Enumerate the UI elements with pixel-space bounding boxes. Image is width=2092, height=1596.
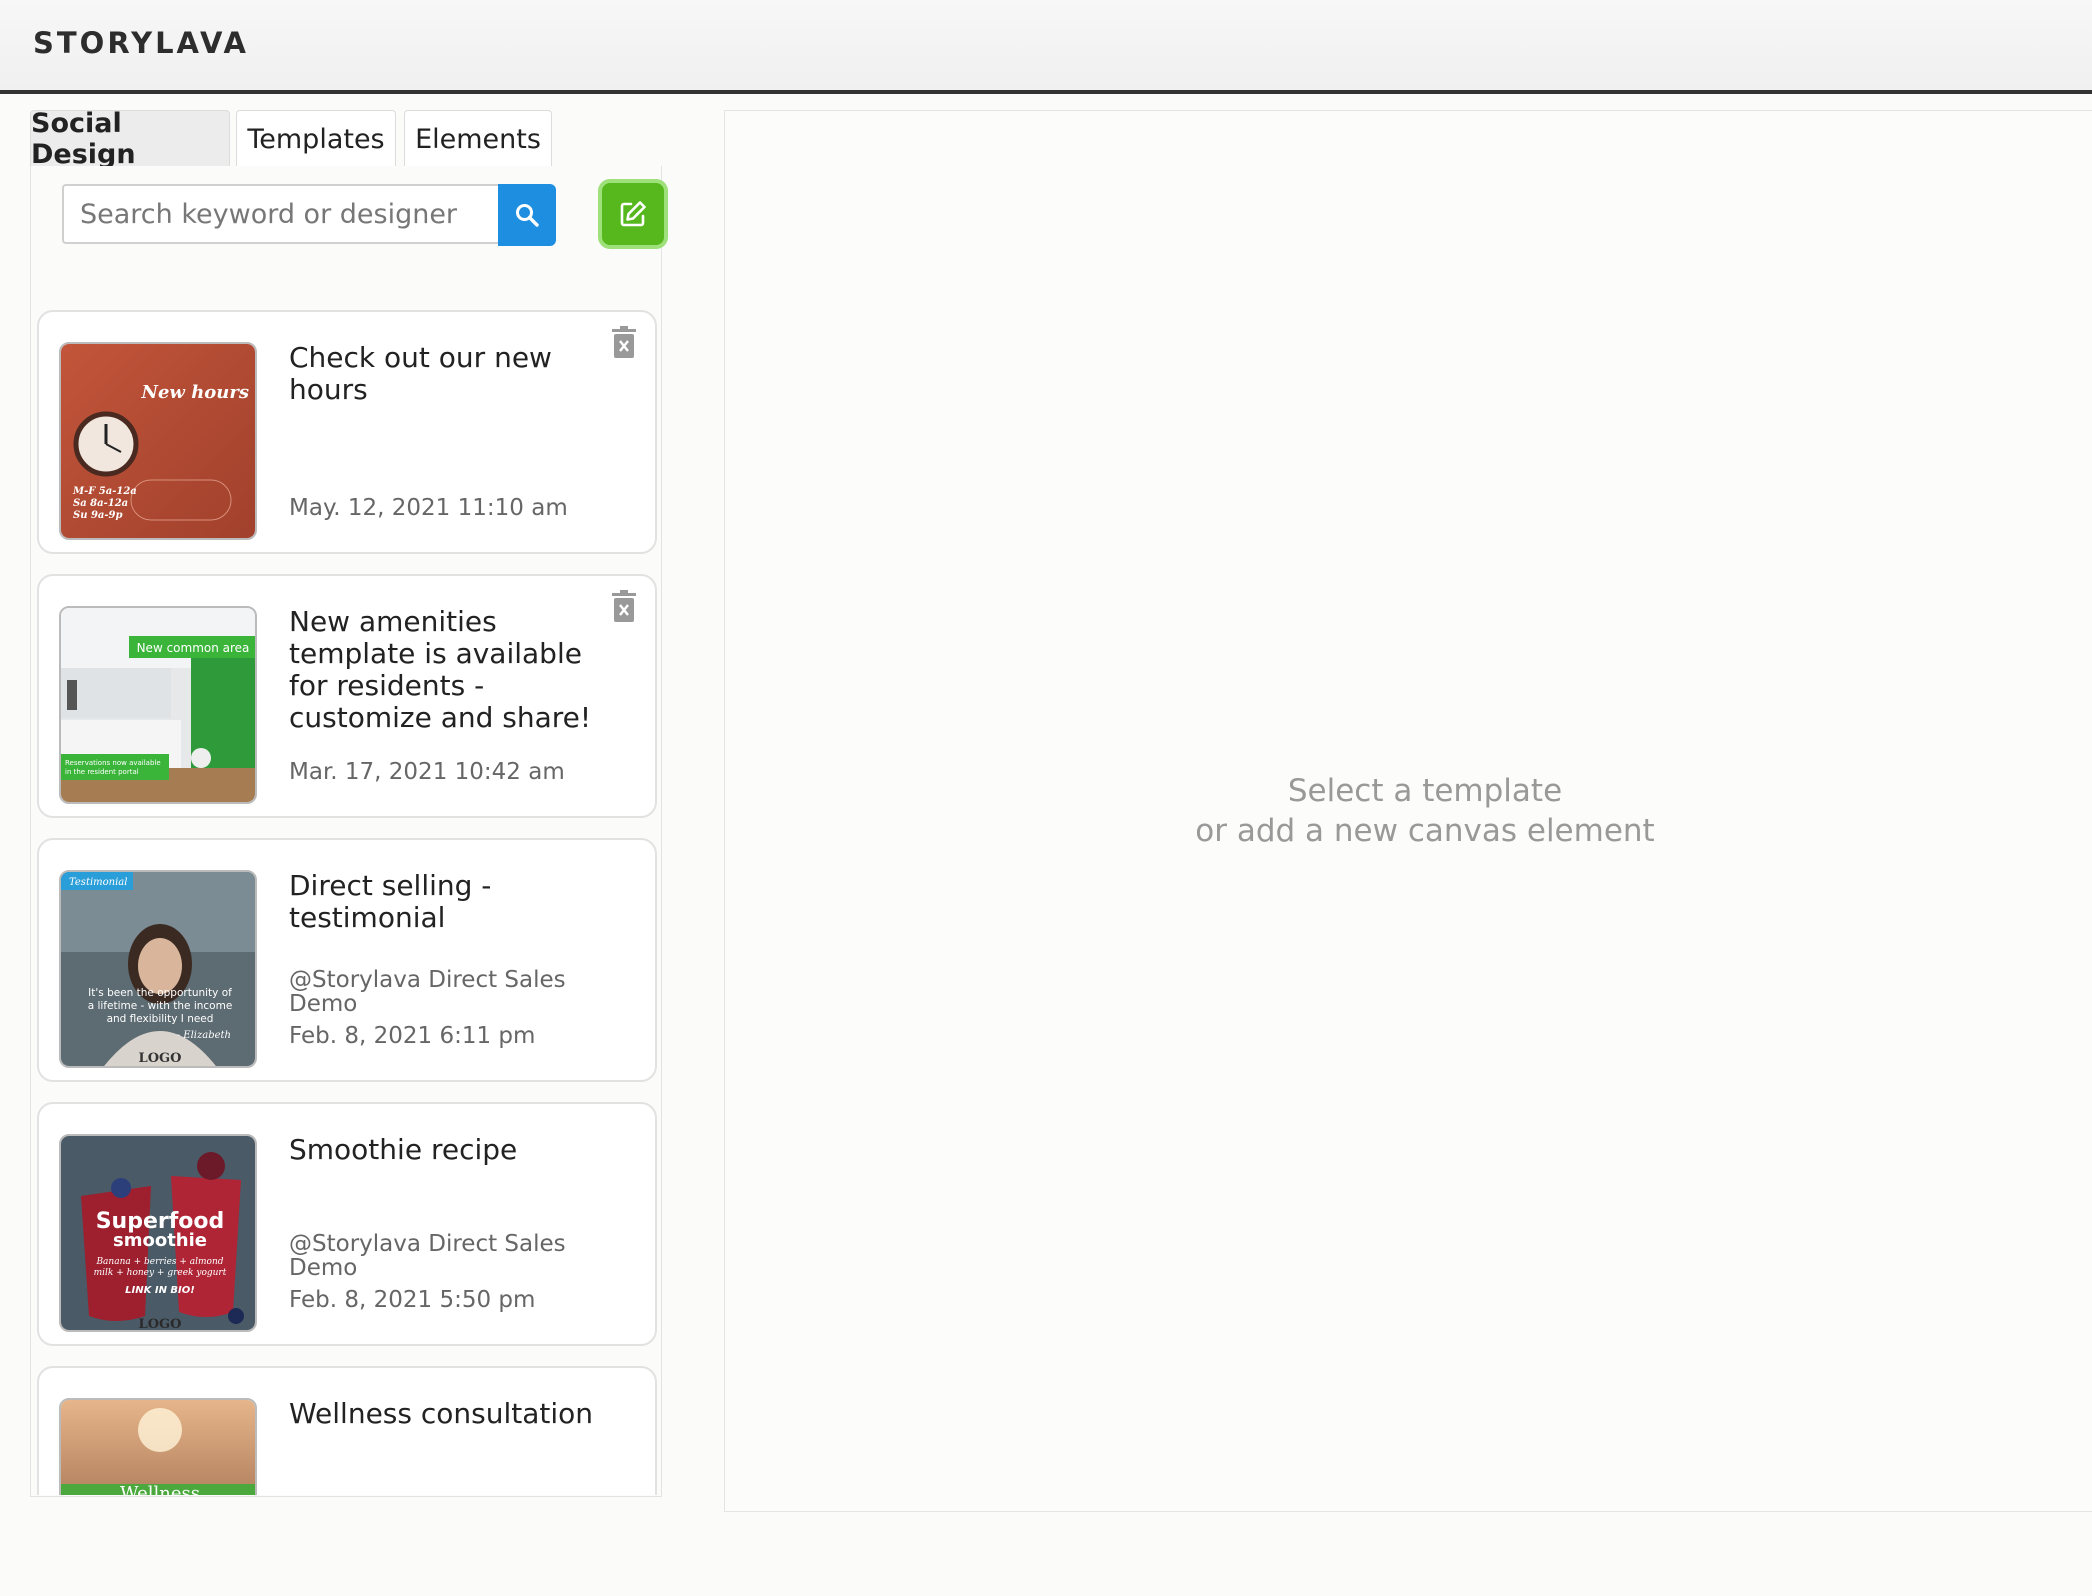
tab-social-design[interactable]: Social Design bbox=[30, 108, 230, 170]
thumb-text: LOGO bbox=[139, 1051, 182, 1066]
design-thumbnail[interactable]: Wellness bbox=[59, 1398, 257, 1495]
top-bar: STORYLAVA bbox=[0, 0, 2092, 94]
thumb-text: It's been the opportunity of bbox=[88, 987, 232, 999]
design-card[interactable]: Wellness Wellness consultation bbox=[37, 1366, 657, 1495]
design-date: Mar. 17, 2021 10:42 am bbox=[289, 759, 565, 785]
canvas-empty-message: Select a template or add a new canvas el… bbox=[725, 771, 2092, 851]
search-button[interactable] bbox=[498, 184, 556, 246]
thumb-text: milk + honey + greek yogurt bbox=[94, 1268, 227, 1278]
thumb-text: Testimonial bbox=[69, 877, 127, 888]
new-design-button[interactable] bbox=[598, 179, 668, 249]
tab-elements[interactable]: Elements bbox=[404, 110, 552, 167]
design-date: May. 12, 2021 11:10 am bbox=[289, 495, 568, 521]
thumb-text: Sa 8a-12a bbox=[73, 498, 128, 509]
edit-icon bbox=[620, 201, 646, 227]
design-card[interactable]: Superfood smoothie Banana + berries + al… bbox=[37, 1102, 657, 1346]
designs-panel: New hours M-F 5a-12a Sa 8a-12a Su 9a-9p … bbox=[30, 166, 668, 1497]
tab-templates[interactable]: Templates bbox=[236, 110, 396, 167]
search-input[interactable] bbox=[62, 184, 498, 244]
thumb-text: and flexibility I need bbox=[107, 1013, 214, 1025]
trash-icon[interactable] bbox=[611, 590, 637, 624]
design-date: Feb. 8, 2021 5:50 pm bbox=[289, 1287, 536, 1313]
design-title[interactable]: Smoothie recipe bbox=[289, 1134, 619, 1166]
canvas-message-line-1: Select a template bbox=[1287, 773, 1563, 809]
canvas-area[interactable]: Select a template or add a new canvas el… bbox=[724, 110, 2092, 1512]
design-thumbnail[interactable]: Testimonial It's been the opportunity of… bbox=[59, 870, 257, 1068]
thumb-text: Wellness bbox=[120, 1483, 200, 1495]
thumb-text: - Elizabeth bbox=[177, 1030, 231, 1041]
thumb-text: M-F 5a-12a bbox=[72, 486, 137, 497]
design-title[interactable]: Wellness consultation bbox=[289, 1398, 619, 1430]
design-card[interactable]: New common area Reservations now availab… bbox=[37, 574, 657, 818]
thumb-text: Banana + berries + almond bbox=[95, 1257, 223, 1267]
search-bar bbox=[62, 179, 668, 249]
design-list: New hours M-F 5a-12a Sa 8a-12a Su 9a-9p … bbox=[37, 310, 659, 1495]
design-designer[interactable]: @Storylava Direct Sales Demo bbox=[289, 1232, 619, 1280]
thumb-text: Reservations now available bbox=[65, 759, 161, 767]
design-date: Feb. 8, 2021 6:11 pm bbox=[289, 1023, 536, 1049]
thumb-text: Su 9a-9p bbox=[73, 510, 123, 521]
design-card[interactable]: New hours M-F 5a-12a Sa 8a-12a Su 9a-9p … bbox=[37, 310, 657, 554]
brand-logo[interactable]: STORYLAVA bbox=[33, 26, 249, 60]
thumb-text: LINK IN BIO! bbox=[125, 1285, 195, 1296]
thumb-text: in the resident portal bbox=[65, 768, 139, 776]
thumb-text: a lifetime - with the income bbox=[88, 1000, 233, 1012]
thumb-text: LOGO bbox=[139, 1317, 182, 1332]
design-title[interactable]: New amenities template is available for … bbox=[289, 606, 619, 734]
design-card[interactable]: Testimonial It's been the opportunity of… bbox=[37, 838, 657, 1082]
design-title[interactable]: Check out our new hours bbox=[289, 342, 619, 406]
design-designer[interactable]: @Storylava Direct Sales Demo bbox=[289, 968, 619, 1016]
design-thumbnail[interactable]: New common area Reservations now availab… bbox=[59, 606, 257, 804]
thumb-text: New hours bbox=[141, 382, 249, 403]
search-icon bbox=[516, 204, 539, 227]
thumb-text: New common area bbox=[137, 641, 250, 655]
design-thumbnail[interactable]: Superfood smoothie Banana + berries + al… bbox=[59, 1134, 257, 1332]
canvas-message-line-2: or add a new canvas element bbox=[1195, 813, 1655, 849]
design-thumbnail[interactable]: New hours M-F 5a-12a Sa 8a-12a Su 9a-9p bbox=[59, 342, 257, 540]
design-title[interactable]: Direct selling - testimonial bbox=[289, 870, 619, 934]
trash-icon[interactable] bbox=[611, 326, 637, 360]
thumb-text: smoothie bbox=[113, 1230, 207, 1251]
